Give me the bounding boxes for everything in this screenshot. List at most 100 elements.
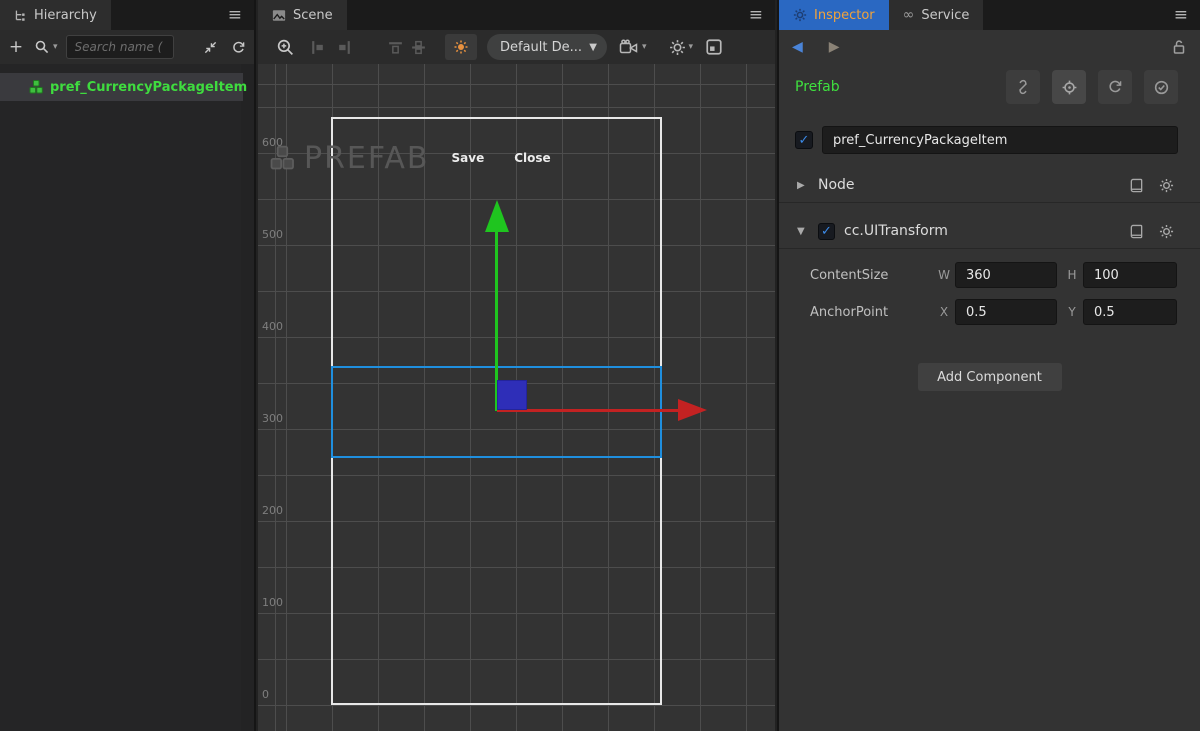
align-top-button[interactable] — [387, 39, 404, 56]
unlink-icon — [1015, 79, 1031, 95]
add-component-button[interactable]: Add Component — [918, 363, 1062, 391]
align-left-icon — [309, 39, 326, 56]
collapse-all-button[interactable] — [203, 40, 218, 55]
search-input[interactable] — [66, 35, 174, 59]
inspector-tabbar-spacer — [983, 0, 1161, 30]
inspector-lock-button[interactable] — [1171, 39, 1187, 55]
prefab-apply-button[interactable] — [1144, 70, 1178, 104]
content-size-height-input[interactable] — [1083, 262, 1177, 288]
scene-tabbar-spacer — [347, 0, 737, 30]
node-name-input[interactable] — [822, 126, 1178, 154]
ruler-label-400: 400 — [262, 320, 296, 334]
history-forward-button[interactable]: ▶ — [829, 39, 840, 55]
gear-icon — [669, 39, 686, 56]
camera-caret-icon: ▾ — [642, 42, 647, 52]
hierarchy-refresh-button[interactable] — [231, 40, 246, 55]
uitransform-section-title: cc.UITransform — [844, 223, 948, 239]
uitransform-collapse-caret-icon[interactable]: ▼ — [797, 226, 809, 237]
hierarchy-item-label: pref_CurrencyPackageItem — [50, 80, 247, 95]
ruler-label-200: 200 — [262, 504, 296, 518]
uitransform-section-header[interactable]: ▼ ✓ cc.UITransform — [779, 216, 1200, 246]
node-section-icons — [1129, 178, 1174, 193]
align-left-button[interactable] — [309, 39, 326, 56]
scene-canvas[interactable]: 600 500 400 300 200 100 0 — [258, 64, 775, 731]
anchor-point-x-input[interactable] — [955, 299, 1057, 325]
ruler-label-0: 0 — [262, 688, 296, 702]
ruler-label-500: 500 — [262, 228, 296, 242]
tab-scene-label: Scene — [293, 8, 333, 23]
scene-layout-button[interactable] — [705, 38, 723, 56]
scene-toolbar: Default De... ▼ ▾ ▾ — [258, 30, 775, 64]
search-filter-button[interactable]: ▾ — [34, 39, 58, 55]
anchor-point-y-input[interactable] — [1083, 299, 1177, 325]
align-right-button[interactable] — [336, 39, 353, 56]
zoom-in-icon — [276, 38, 295, 57]
tab-service[interactable]: ∞ Service — [889, 0, 984, 30]
tab-inspector[interactable]: Inspector — [779, 0, 889, 30]
section-divider — [779, 202, 1200, 203]
scene-settings-button[interactable]: ▾ — [669, 39, 694, 56]
light-bulb-icon — [453, 39, 469, 55]
hierarchy-toolbar: + ▾ — [0, 30, 254, 64]
inspector-nav-row: ◀ ▶ — [779, 30, 1200, 64]
node-expand-caret-icon[interactable]: ▶ — [797, 180, 809, 191]
align-middle-icon — [410, 39, 427, 56]
uitransform-docs-button[interactable] — [1129, 224, 1144, 239]
zoom-in-button[interactable] — [276, 38, 295, 57]
hierarchy-tree: pref_CurrencyPackageItem — [0, 64, 254, 731]
node-active-checkbox[interactable]: ✓ — [795, 131, 813, 149]
search-icon — [34, 39, 50, 55]
node-settings-button[interactable] — [1159, 178, 1174, 193]
hierarchy-tabbar: Hierarchy ≡ — [0, 0, 254, 30]
anchor-x-axis-label: X — [938, 305, 950, 319]
anchor-y-axis-label: Y — [1066, 305, 1078, 319]
tab-hierarchy[interactable]: Hierarchy — [0, 0, 111, 30]
hierarchy-item-pref-currencypackageitem[interactable]: pref_CurrencyPackageItem — [0, 73, 243, 101]
anchor-point-label: AnchorPoint — [810, 305, 938, 320]
hierarchy-menu-icon[interactable]: ≡ — [228, 7, 242, 24]
prefab-close-button[interactable]: Close — [514, 151, 550, 165]
camera-settings-button[interactable]: ▾ — [619, 39, 647, 55]
layer-dropdown[interactable]: Default De... ▼ — [487, 34, 607, 60]
gizmo-x-axis-arrowhead-icon[interactable] — [678, 399, 707, 421]
layer-dropdown-value: Default De... — [500, 40, 582, 55]
align-right-icon — [336, 39, 353, 56]
uitransform-enabled-checkbox[interactable]: ✓ — [818, 223, 835, 240]
ruler-label-100: 100 — [262, 596, 296, 610]
prefab-unlink-button[interactable] — [1006, 70, 1040, 104]
content-size-width-input[interactable] — [955, 262, 1057, 288]
align-top-icon — [387, 39, 404, 56]
prefab-edit-bar: PREFAB Save Close — [268, 140, 551, 176]
gizmo-y-axis-arrowhead-icon[interactable] — [485, 200, 509, 232]
align-middle-button[interactable] — [410, 39, 427, 56]
tab-inspector-label: Inspector — [814, 8, 875, 23]
target-icon — [1061, 79, 1078, 96]
add-node-button[interactable]: + — [8, 37, 24, 57]
prefab-save-button[interactable]: Save — [452, 151, 485, 165]
history-back-button[interactable]: ◀ — [792, 39, 803, 55]
prefab-locate-button[interactable] — [1052, 70, 1086, 104]
hierarchy-tabbar-spacer — [111, 0, 216, 30]
prefab-asset-row: Prefab — [779, 70, 1200, 104]
ruler-label-300: 300 — [262, 412, 296, 426]
service-link-icon: ∞ — [903, 7, 915, 23]
book-icon — [1129, 224, 1144, 239]
node-section-title: Node — [818, 177, 855, 193]
prefab-reset-button[interactable] — [1098, 70, 1132, 104]
tab-scene[interactable]: Scene — [258, 0, 347, 30]
node-docs-button[interactable] — [1129, 178, 1144, 193]
uitransform-settings-button[interactable] — [1159, 224, 1174, 239]
tab-hierarchy-label: Hierarchy — [34, 8, 97, 23]
node-section-header[interactable]: ▶ Node — [779, 170, 1200, 200]
gizmo-light-toggle[interactable] — [445, 34, 477, 60]
prefab-asset-label: Prefab — [795, 79, 840, 95]
refresh-icon — [231, 40, 246, 55]
content-size-row: ContentSize W H — [779, 261, 1200, 289]
scene-menu-icon[interactable]: ≡ — [749, 7, 763, 24]
anchor-point-row: AnchorPoint X Y — [779, 298, 1200, 326]
check-circle-icon — [1153, 79, 1170, 96]
cocos-creator-editor: Hierarchy ≡ + ▾ — [0, 0, 1200, 731]
hierarchy-scrollbar-track[interactable] — [241, 64, 254, 731]
inspector-menu-icon[interactable]: ≡ — [1174, 7, 1188, 24]
gizmo-xy-plane-handle[interactable] — [497, 380, 527, 410]
